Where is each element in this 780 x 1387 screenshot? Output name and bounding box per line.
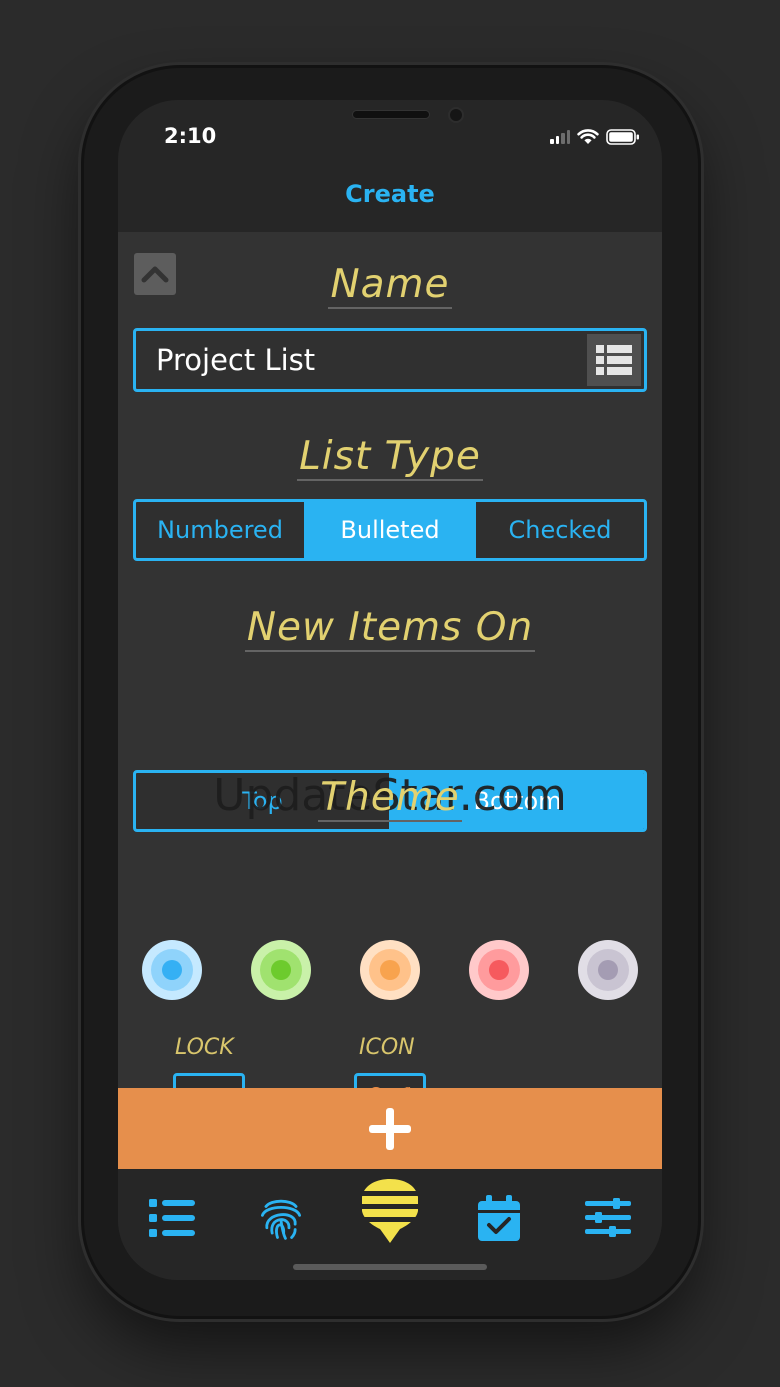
- list-template-button[interactable]: [587, 334, 641, 386]
- tab-lists[interactable]: [137, 1183, 207, 1253]
- list-icon: [149, 1199, 195, 1237]
- phone-power-button: [698, 352, 703, 502]
- tab-lock[interactable]: [246, 1183, 316, 1253]
- wifi-icon: [577, 129, 599, 144]
- table-list-icon: [596, 345, 632, 375]
- theme-gray[interactable]: [578, 940, 638, 1000]
- sliders-icon: [585, 1198, 631, 1237]
- beehive-icon: [360, 1179, 420, 1243]
- calendar-check-icon: [478, 1195, 520, 1241]
- status-icons: [550, 128, 640, 145]
- theme-orange[interactable]: [360, 940, 420, 1000]
- plus-icon: [369, 1107, 411, 1150]
- theme-blue[interactable]: [142, 940, 202, 1000]
- list-type-checked[interactable]: Checked: [476, 502, 644, 558]
- status-time: 2:10: [164, 124, 217, 148]
- theme-red[interactable]: [469, 940, 529, 1000]
- new-items-label: New Items On: [244, 605, 536, 652]
- earpiece-speaker: [352, 110, 430, 119]
- tab-home[interactable]: [355, 1177, 425, 1247]
- phone-volume-down: [78, 432, 83, 524]
- battery-icon: [606, 128, 639, 145]
- signal-icon: [550, 129, 570, 144]
- theme-green[interactable]: [251, 940, 311, 1000]
- theme-picker: [142, 940, 638, 1000]
- list-type-numbered[interactable]: Numbered: [136, 502, 306, 558]
- name-field[interactable]: [133, 328, 647, 392]
- name-label: Name: [328, 262, 452, 309]
- list-type-bulleted[interactable]: Bulleted: [306, 502, 476, 558]
- front-camera: [448, 107, 464, 123]
- tab-settings[interactable]: [573, 1183, 643, 1253]
- add-list-button[interactable]: [118, 1088, 662, 1169]
- tab-calendar[interactable]: [464, 1183, 534, 1253]
- lock-label: LOCK: [175, 1035, 234, 1060]
- name-input[interactable]: [156, 343, 556, 377]
- phone-volume-up: [78, 322, 83, 414]
- icon-label: ICON: [359, 1035, 415, 1060]
- tab-bar: [118, 1169, 662, 1280]
- home-indicator: [293, 1264, 487, 1270]
- app-screen: 2:10 Create Name Project List List Type …: [118, 100, 662, 1280]
- list-type-selector: Numbered Bulleted Checked: [133, 499, 647, 561]
- list-type-label: List Type: [297, 434, 483, 481]
- fingerprint-icon: [261, 1199, 301, 1240]
- nav-title: Create: [345, 180, 435, 208]
- theme-label: Theme: [318, 775, 462, 822]
- create-form: Name List Type Numbered Bulleted Checked…: [118, 232, 662, 1145]
- phone-mute-switch: [78, 236, 83, 282]
